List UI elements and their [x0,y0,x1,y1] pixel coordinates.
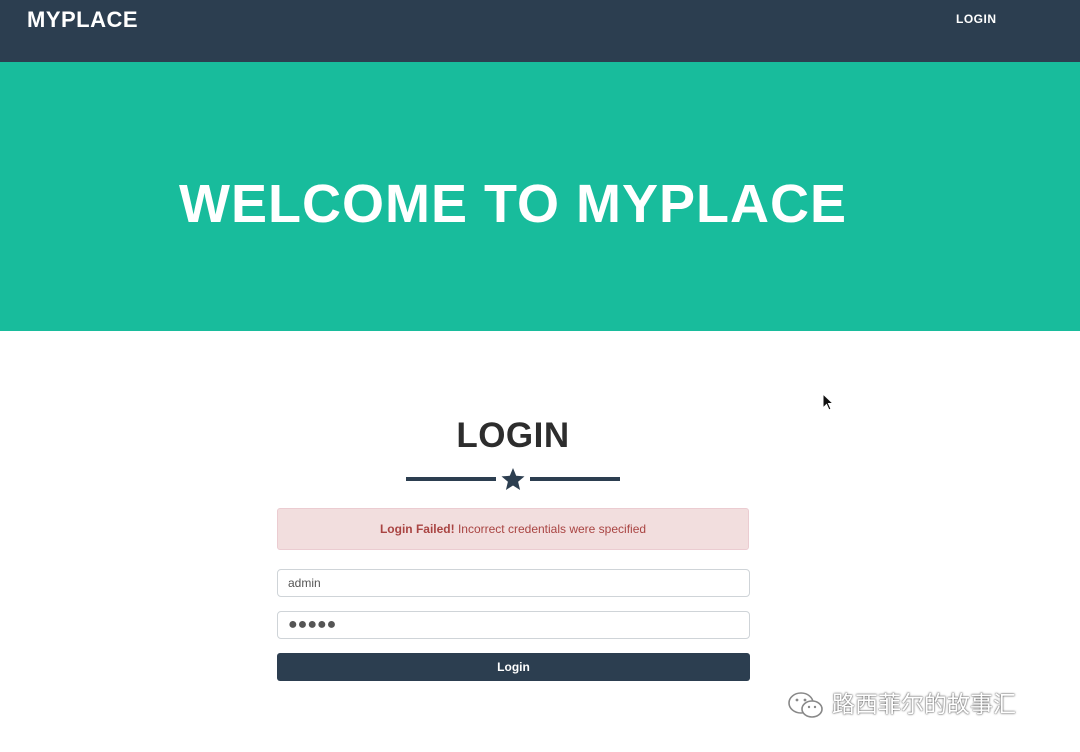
navbar: MYPLACE LOGIN [0,0,1080,62]
heading-divider [406,468,620,490]
hero-banner: WELCOME TO MYPLACE [0,62,1080,331]
login-failed-alert: Login Failed! Incorrect credentials were… [277,508,749,550]
alert-message: Incorrect credentials were specified [454,522,647,536]
alert-strong-text: Login Failed! [379,522,455,536]
password-input[interactable] [277,611,750,639]
wechat-icon [788,692,823,718]
login-heading: LOGIN [456,416,570,455]
mouse-cursor-icon [822,393,834,411]
hero-title: WELCOME TO MYPLACE [178,174,847,234]
login-submit-button[interactable]: Login [277,653,750,681]
brand-logo-link[interactable]: MYPLACE [27,6,138,34]
username-input[interactable] [277,569,750,597]
watermark: 路西菲尔的故事汇 [786,690,1016,720]
nav-login-link[interactable]: LOGIN [956,12,997,26]
watermark-text: 路西菲尔的故事汇 [832,692,1016,718]
star-icon [501,468,525,490]
